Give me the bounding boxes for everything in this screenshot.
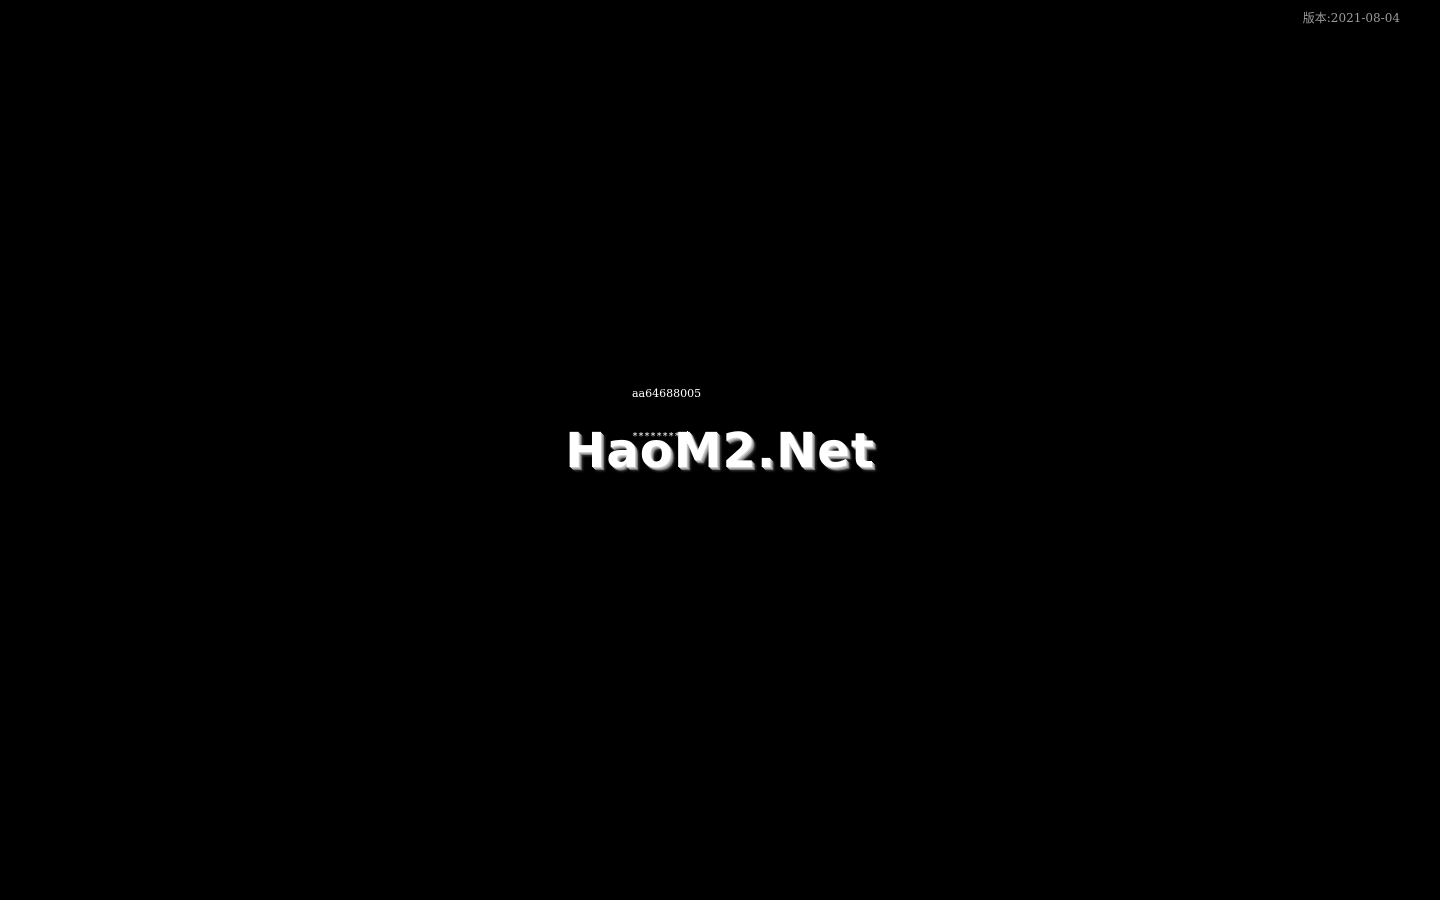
- text-caret: [687, 430, 689, 444]
- version-label: 版本:2021-08-04: [1302, 11, 1400, 25]
- game-login-screen: 版本:2021-08-04 HaoM2.Net *********: [0, 0, 1440, 900]
- password-masked-value: *********: [632, 431, 687, 442]
- account-input[interactable]: [630, 386, 754, 402]
- password-input[interactable]: *********: [630, 429, 754, 445]
